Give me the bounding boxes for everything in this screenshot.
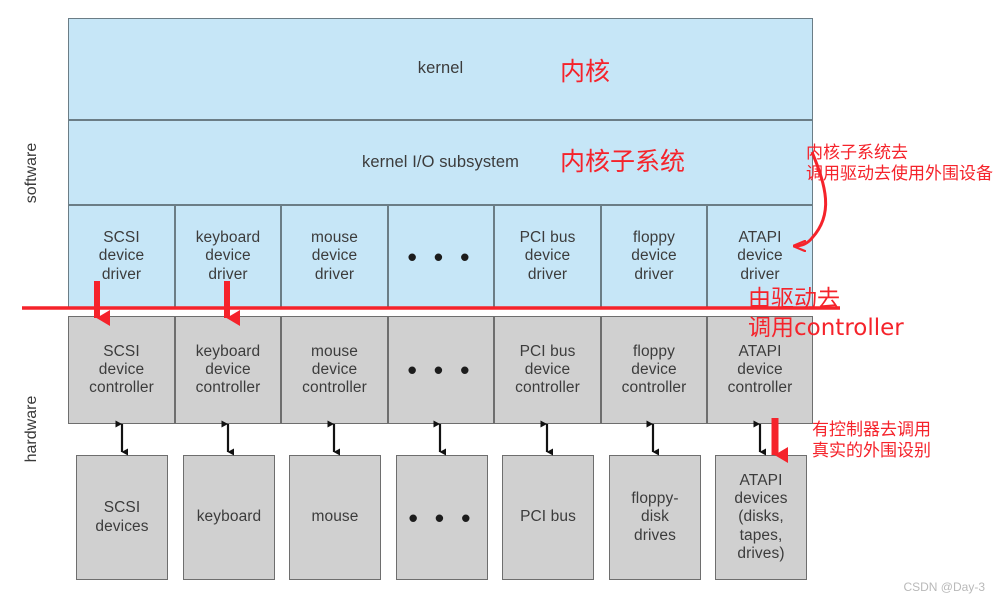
- controller-device-connectors: [115, 420, 766, 456]
- annotation-controller-device-line1: 有控制器去调用: [812, 420, 931, 440]
- annotation-controller-device-line2: 真实的外围设别: [812, 441, 931, 462]
- annotation-by-driver-line2: 调用controller: [748, 314, 904, 341]
- device-driver-cell-4: • • •: [388, 205, 494, 308]
- device-driver-cell-2: keyboard device driver: [175, 205, 281, 308]
- device-driver-cell-label-3: mouse device driver: [310, 229, 359, 283]
- device-cell-3: mouse: [289, 455, 381, 580]
- kernel-io-subsystem-box: kernel I/O subsystem: [68, 120, 813, 205]
- device-cell-5: PCI bus: [502, 455, 594, 580]
- device-driver-cell-label-5: PCI bus device driver: [519, 229, 576, 283]
- device-driver-cell-label-1: SCSI device driver: [98, 229, 145, 283]
- device-controller-cell-label-1: SCSI device controller: [89, 342, 154, 397]
- device-cell-label-3: mouse: [311, 508, 359, 526]
- device-cell-6: floppy-disk drives: [609, 455, 701, 580]
- kernel-box: kernel: [68, 18, 813, 120]
- device-cell-label-1: SCSI devices: [95, 499, 149, 535]
- annotation-call-driver-line2: 调用驱动去使用外围设备: [806, 164, 993, 185]
- device-cell-2: keyboard: [183, 455, 275, 580]
- device-driver-cell-1: SCSI device driver: [68, 205, 175, 308]
- device-cell-7: ATAPI devices (disks, tapes, drives): [715, 455, 807, 580]
- side-label-software: software: [23, 142, 40, 204]
- annotation-kernel-io-cn: 内核子系统: [560, 147, 686, 176]
- annotation-call-driver-cn: 内核子系统去 调用驱动去使用外围设备: [806, 143, 993, 186]
- diagram-canvas: software hardware kernel kernel I/O subs…: [0, 0, 993, 602]
- device-driver-cell-label-6: floppy device driver: [631, 229, 677, 283]
- device-driver-cell-label-2: keyboard device driver: [195, 229, 261, 283]
- device-controller-cell-label-6: floppy device controller: [621, 342, 687, 397]
- device-cell-label-2: keyboard: [196, 508, 262, 526]
- device-driver-cell-3: mouse device driver: [281, 205, 388, 308]
- watermark: CSDN @Day-3: [903, 580, 985, 594]
- device-driver-cell-6: floppy device driver: [601, 205, 707, 308]
- device-controller-cell-3: mouse device controller: [281, 316, 388, 424]
- kernel-label: kernel: [417, 59, 464, 78]
- annotation-by-driver-cn: 由驱动去 调用controller: [748, 285, 904, 343]
- annotation-by-driver-line1: 由驱动去: [748, 286, 840, 312]
- device-controller-cell-1: SCSI device controller: [68, 316, 175, 424]
- device-driver-cell-label-7: ATAPI device driver: [737, 229, 783, 283]
- kernel-io-subsystem-label: kernel I/O subsystem: [362, 152, 519, 171]
- device-cell-label-7: ATAPI devices (disks, tapes, drives): [734, 471, 788, 562]
- device-controller-cell-5: PCI bus device controller: [494, 316, 601, 424]
- device-controller-cell-4: • • •: [388, 316, 494, 424]
- device-driver-cell-5: PCI bus device driver: [494, 205, 601, 308]
- device-cell-label-5: PCI bus: [520, 508, 576, 526]
- annotation-controller-device-cn: 有控制器去调用 真实的外围设别: [812, 420, 931, 463]
- ellipsis-icon: • • •: [408, 502, 476, 533]
- device-cell-1: SCSI devices: [76, 455, 168, 580]
- device-controller-cell-label-2: keyboard device controller: [195, 342, 261, 397]
- annotation-kernel-cn: 内核: [560, 57, 611, 86]
- device-controller-cell-6: floppy device controller: [601, 316, 707, 424]
- annotation-call-driver-line1: 内核子系统去: [806, 143, 908, 163]
- side-label-hardware: hardware: [23, 395, 40, 463]
- ellipsis-icon: • • •: [407, 241, 475, 272]
- device-controller-cell-label-5: PCI bus device controller: [515, 342, 580, 397]
- device-controller-cell-2: keyboard device controller: [175, 316, 281, 424]
- device-cell-label-6: floppy-disk drives: [631, 490, 679, 544]
- ellipsis-icon: • • •: [407, 355, 475, 385]
- device-controller-cell-label-7: ATAPI device controller: [727, 342, 793, 397]
- device-cell-4: • • •: [396, 455, 488, 580]
- device-controller-cell-label-3: mouse device controller: [302, 342, 367, 397]
